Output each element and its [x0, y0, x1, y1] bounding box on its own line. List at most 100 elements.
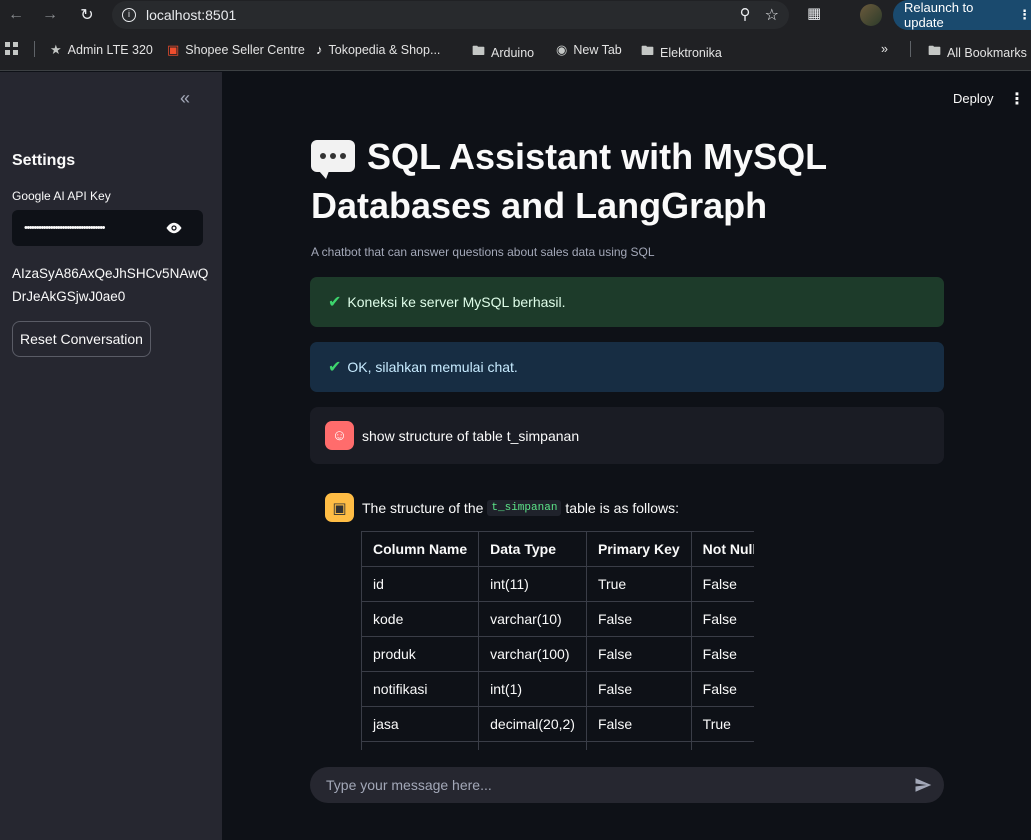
relaunch-button[interactable]: Relaunch to update ⋮ [893, 0, 1031, 30]
table-cell: False [690, 566, 754, 602]
bookmarks-bar: ★ Admin LTE 320 ▣ Shopee Seller Centre ♪ To… [0, 30, 1031, 71]
table-cell: False [585, 636, 692, 672]
table-cell: int(11) [478, 566, 587, 602]
table-header-row: Column Name Data Type Primary Key Not Nu… [361, 531, 754, 567]
table-cell: True [585, 566, 692, 602]
bookmark-new-tab[interactable]: ◉ New Tab [556, 42, 622, 58]
table-cell: jasa [361, 706, 480, 742]
table-cell: int(1) [478, 671, 587, 707]
assistant-chat-message: ▣ The structure of the t_simpanan table … [325, 493, 679, 522]
bookmark-label: Shopee Seller Centre [185, 43, 305, 57]
table-cell: False [690, 601, 754, 637]
more-bookmarks-icon[interactable]: » [881, 42, 888, 56]
globe-icon: ◉ [556, 42, 568, 57]
chat-input[interactable]: Type your message here... [310, 767, 944, 803]
bookmark-admin-lte[interactable]: ★ Admin LTE 320 [50, 42, 153, 58]
bookmark-label: Arduino [491, 46, 535, 60]
table-cell [478, 741, 587, 750]
page-title: SQL Assistant with MySQL Databases and L… [311, 132, 871, 230]
sidebar-title: Settings [12, 152, 76, 169]
chat-input-placeholder: Type your message here... [326, 777, 492, 793]
shopee-icon: ▣ [167, 42, 180, 57]
table-row: notifikasi int(1) False False [361, 671, 754, 707]
sidebar: « Settings Google AI API Key •••••••••••… [0, 72, 222, 840]
table-cell: False [690, 636, 754, 672]
show-password-icon[interactable] [165, 219, 183, 237]
folder-icon: 🖿 [928, 43, 942, 58]
structure-table: Column Name Data Type Primary Key Not Nu… [361, 531, 754, 750]
folder-icon: 🖿 [641, 43, 655, 58]
send-icon[interactable] [914, 776, 932, 794]
collapse-sidebar-icon[interactable]: « [180, 88, 190, 109]
api-key-masked: •••••••••••••••••••••••••••••••••• [24, 222, 105, 234]
bookmark-label: New Tab [573, 43, 622, 57]
bookmark-shopee[interactable]: ▣ Shopee Seller Centre [167, 42, 305, 58]
table-cell: False [585, 601, 692, 637]
table-row: id int(11) True False [361, 566, 754, 602]
table-cell: notifikasi [361, 671, 480, 707]
bot-message-prefix: The structure of the [362, 499, 484, 516]
main-menu-icon[interactable]: ⋮ [1009, 89, 1025, 109]
star-icon: ★ [50, 42, 62, 57]
table-cell: varchar(10) [478, 601, 587, 637]
tiktok-icon: ♪ [316, 42, 323, 57]
table-cell: produk [361, 636, 480, 672]
page-title-text: SQL Assistant with MySQL Databases and L… [311, 136, 827, 226]
check-icon: ✔ [328, 294, 342, 311]
extensions-icon[interactable]: ▦ [807, 4, 821, 22]
user-chat-message: ☺ show structure of table t_simpanan [310, 407, 944, 464]
table-cell [690, 741, 754, 750]
bookmark-arduino[interactable]: 🖿 Arduino [472, 42, 534, 64]
table-structure: Column Name Data Type Primary Key Not Nu… [361, 531, 754, 750]
table-row: kode varchar(10) False False [361, 601, 754, 637]
main-content: Deploy ⋮ SQL Assistant with MySQL Databa… [222, 72, 1031, 840]
info-alert-text: OK, silahkan memulai chat. [347, 359, 518, 375]
user-message-text: show structure of table t_simpanan [362, 427, 580, 444]
site-info-icon[interactable]: i [122, 8, 136, 22]
success-alert-text: Koneksi ke server MySQL berhasil. [347, 294, 566, 310]
table-cell: id [361, 566, 480, 602]
table-row: produk varchar(100) False False [361, 636, 754, 672]
menu-dots-icon: ⋮ [1018, 7, 1031, 22]
zoom-icon[interactable]: ⚲ [740, 5, 751, 25]
success-alert: ✔ Koneksi ke server MySQL berhasil. [310, 277, 944, 327]
table-cell: kode [361, 601, 480, 637]
check-icon: ✔ [328, 359, 342, 376]
table-cell [361, 741, 480, 750]
info-alert: ✔ OK, silahkan memulai chat. [310, 342, 944, 392]
deploy-button[interactable]: Deploy [953, 91, 993, 106]
user-avatar-icon: ☺ [325, 421, 354, 450]
table-cell: decimal(20,2) [478, 706, 587, 742]
reset-conversation-button[interactable]: Reset Conversation [12, 321, 151, 357]
browser-toolbar: ← → ↻ i localhost:8501 ⚲ ☆ ▦ Relaunch to… [0, 0, 1031, 30]
bookmark-tokopedia[interactable]: ♪ Tokopedia & Shop... [316, 42, 440, 57]
table-cell: varchar(100) [478, 636, 587, 672]
page-subtitle: A chatbot that can answer questions abou… [311, 245, 655, 259]
speech-bubble-icon [311, 140, 355, 179]
bot-message-suffix: table is as follows: [565, 499, 680, 516]
bot-avatar-icon: ▣ [325, 493, 354, 522]
column-header: Not Null [690, 531, 754, 567]
api-key-label: Google AI API Key [12, 189, 111, 203]
forward-arrow-icon[interactable]: → [36, 1, 64, 29]
bookmark-elektronika[interactable]: 🖿 Elektronika [641, 42, 722, 64]
column-header: Column Name [361, 531, 480, 567]
profile-avatar[interactable] [860, 4, 882, 26]
table-cell: False [690, 671, 754, 707]
inline-code: t_simpanan [487, 499, 562, 516]
api-key-input[interactable]: •••••••••••••••••••••••••••••••••• [12, 210, 203, 246]
table-row [361, 741, 754, 750]
table-cell: False [585, 671, 692, 707]
column-header: Data Type [478, 531, 587, 567]
all-bookmarks[interactable]: 🖿 All Bookmarks [928, 42, 1027, 64]
column-header: Primary Key [585, 531, 692, 567]
bookmark-star-icon[interactable]: ☆ [765, 5, 779, 25]
apps-grid-icon[interactable] [5, 42, 19, 56]
address-bar[interactable]: i localhost:8501 ⚲ ☆ [112, 1, 789, 29]
reload-icon[interactable]: ↻ [73, 1, 101, 29]
back-arrow-icon[interactable]: ← [2, 1, 30, 29]
bookmark-label: Admin LTE 320 [67, 43, 153, 57]
table-cell: False [585, 706, 692, 742]
all-bookmarks-label: All Bookmarks [947, 46, 1027, 60]
relaunch-label: Relaunch to update [904, 0, 974, 30]
